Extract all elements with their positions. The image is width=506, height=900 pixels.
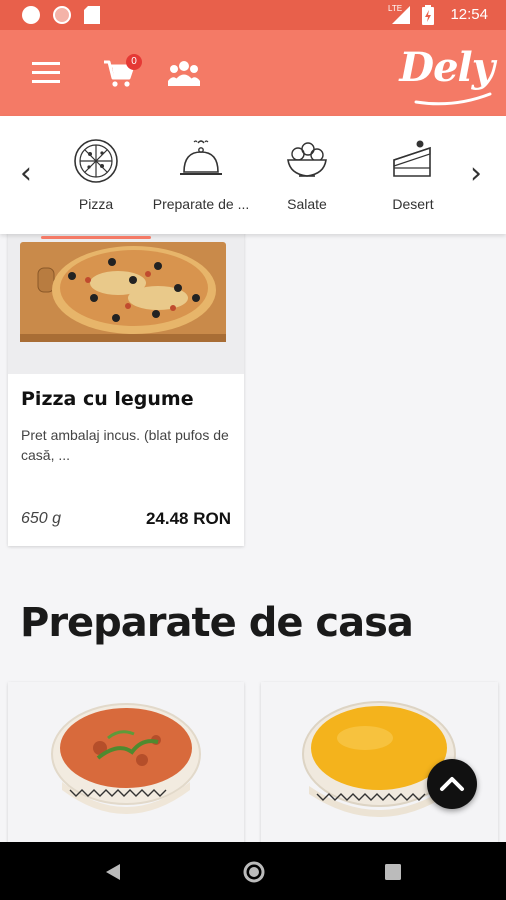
status-bar: LTE 12:54 xyxy=(0,0,506,30)
dely-logo[interactable]: Dely xyxy=(399,44,495,91)
chevron-left-icon[interactable]: ‹ xyxy=(20,156,32,191)
clock: 12:54 xyxy=(450,6,488,23)
chevron-up-icon xyxy=(440,777,464,791)
soup-photo xyxy=(8,682,244,842)
product-title: Pizza cu legume xyxy=(21,388,194,410)
system-navigation-bar xyxy=(0,842,506,900)
active-tab-indicator xyxy=(41,236,151,239)
category-label: Desert xyxy=(392,196,434,212)
salad-bowl-icon xyxy=(287,142,327,177)
category-label: Salate xyxy=(287,196,327,212)
product-card[interactable] xyxy=(8,682,244,842)
section-title: Preparate de casa xyxy=(20,600,414,646)
pizza-photo xyxy=(8,234,244,374)
notification-record-icon xyxy=(53,6,71,24)
category-tab-salate[interactable]: Salate xyxy=(252,138,362,212)
chevron-right-icon[interactable]: › xyxy=(470,156,482,191)
category-label: Pizza xyxy=(78,196,114,212)
scroll-to-top-button[interactable] xyxy=(427,759,477,809)
battery-icon xyxy=(422,5,434,25)
notification-dot-icon xyxy=(22,6,40,24)
pizza-icon xyxy=(74,139,118,183)
recents-icon[interactable] xyxy=(384,863,402,881)
category-tab-preparate[interactable]: Preparate de ... xyxy=(146,138,256,212)
category-bar: ‹ Pizza Preparate de ... Salate Desert › xyxy=(0,116,506,239)
product-price: 24.48 RON xyxy=(145,509,231,528)
sd-card-icon xyxy=(84,6,100,24)
product-image xyxy=(8,682,244,842)
menu-icon[interactable] xyxy=(32,62,60,84)
product-image xyxy=(8,234,244,374)
product-description: Pret ambalaj incus. (blat pufos de casă,… xyxy=(21,427,229,463)
signal-icon xyxy=(392,6,410,24)
category-label: Preparate de ... xyxy=(152,196,250,212)
cake-slice-icon xyxy=(393,140,431,177)
group-icon[interactable] xyxy=(168,60,200,86)
app-bar: 0 Dely xyxy=(0,30,506,116)
cart-count-badge: 0 xyxy=(126,54,142,70)
logo-swoosh-icon xyxy=(414,92,492,106)
home-icon[interactable] xyxy=(242,860,266,884)
cloche-icon xyxy=(180,140,222,175)
menu-content[interactable]: Pizza cu legume Pret ambalaj incus. (bla… xyxy=(0,234,506,842)
product-card[interactable]: Pizza cu legume Pret ambalaj incus. (bla… xyxy=(8,234,244,546)
category-tab-desert[interactable]: Desert xyxy=(358,138,468,212)
back-icon[interactable] xyxy=(104,862,122,882)
category-tab-pizza[interactable]: Pizza xyxy=(41,138,151,239)
product-weight: 650 g xyxy=(21,510,62,527)
